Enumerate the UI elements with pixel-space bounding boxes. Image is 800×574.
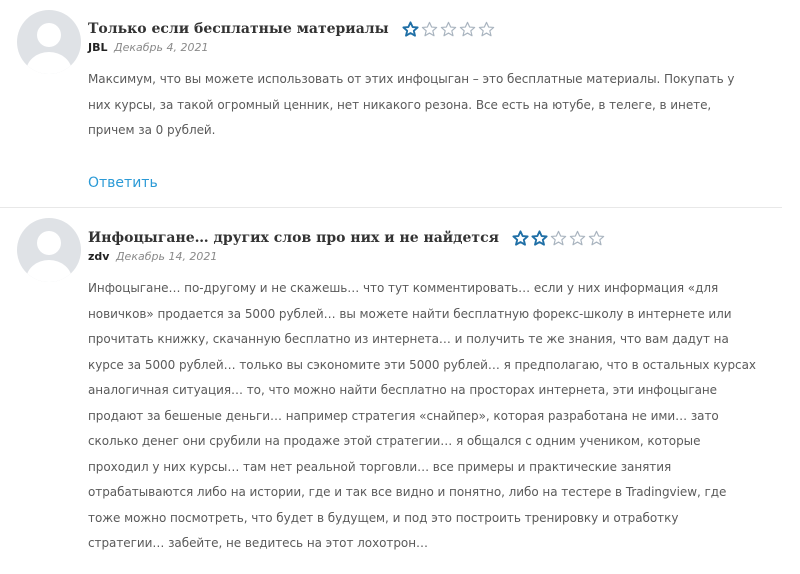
comment-date: Декабрь 14, 2021: [115, 250, 218, 263]
comment-header: Только если бесплатные материалы: [88, 16, 784, 42]
comment-text-line: курсе за 5000 рублей… только вы сэкономи…: [88, 357, 756, 372]
comment-text-line: тоже можно посмотреть, что будет в будущ…: [88, 510, 679, 525]
comment-author: zdv: [88, 250, 110, 263]
comment-body: Инфоцыгане… других слов про них и не най…: [88, 210, 784, 557]
avatar-icon: [17, 10, 81, 74]
comment-divider: [0, 207, 782, 208]
star-empty-icon: [550, 230, 567, 245]
comment-meta: JBL Декабрь 4, 2021: [88, 40, 784, 56]
star-empty-icon: [588, 230, 605, 245]
star-filled-icon: [531, 229, 548, 246]
star-filled-icon: [512, 229, 529, 246]
comment-text-line: стратегии… забейте, не ведитесь на этот …: [88, 536, 428, 550]
comment-text-line: прочитать книжку, скачанную бесплатно из…: [88, 332, 729, 346]
star-empty-icon: [440, 21, 456, 36]
star-empty-icon: [478, 21, 494, 36]
comment-author: JBL: [88, 41, 108, 54]
comment-text: Максимум, что вы можете использовать от …: [88, 67, 784, 144]
comment-title: Инфоцыгане… других слов про них и не най…: [88, 230, 499, 246]
comment-meta: zdv Декабрь 14, 2021: [88, 249, 784, 265]
comment-header: Инфоцыгане… других слов про них и не най…: [88, 225, 784, 251]
comment-body: Только если бесплатные материалы JBL Дек…: [88, 0, 784, 144]
comment-text-line: Инфоцыгане… по-другому и не скажешь… что…: [88, 281, 719, 295]
rating-stars: [512, 229, 605, 247]
comment-date: Декабрь 4, 2021: [114, 41, 209, 54]
star-empty-icon: [421, 21, 437, 36]
comment-text-line: причем за 0 рублей.: [88, 123, 216, 137]
comment-title: Только если бесплатные материалы: [88, 21, 389, 37]
star-empty-icon: [569, 230, 586, 245]
rating-stars: [402, 20, 495, 38]
comment-list: Только если бесплатные материалы JBL Дек…: [0, 0, 800, 574]
comment-text-line: новичков» продается за 5000 рублей… вы м…: [88, 306, 732, 321]
comment-text-line: проходил у них курсы… там нет реальной т…: [88, 459, 672, 474]
comment-text-line: отрабатываются либо на истории, где и та…: [88, 485, 727, 499]
star-filled-icon: [402, 20, 419, 37]
reply-link[interactable]: Ответить: [88, 175, 158, 191]
comment-text-line: них курсы, за такой огромный ценник, нет…: [88, 97, 712, 112]
comment-text-line: аналогичная ситуация… то, что можно найт…: [88, 383, 718, 397]
star-empty-icon: [459, 21, 475, 36]
comment-text-line: сколько денег они срубили на продаже это…: [88, 434, 701, 448]
comment-text: Инфоцыгане… по-другому и не скажешь… что…: [88, 276, 784, 557]
comment-text-line: продают за бешеные деньги… например стра…: [88, 408, 719, 423]
avatar-icon: [17, 218, 81, 282]
comment-text-line: Максимум, что вы можете использовать от …: [88, 72, 735, 86]
